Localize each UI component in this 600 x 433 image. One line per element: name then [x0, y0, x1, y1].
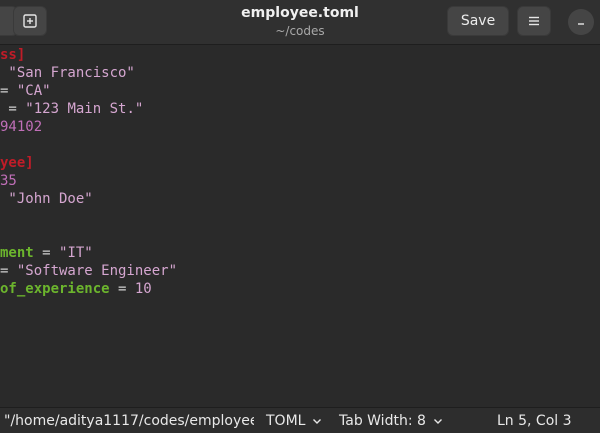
code-line: 35: [0, 172, 17, 190]
code-line: "John Doe": [0, 190, 93, 208]
hamburger-menu-icon: [529, 16, 539, 26]
code-editor[interactable]: ss] "San Francisco" = "CA" = "123 Main St…: [0, 45, 600, 407]
new-tab-button[interactable]: [13, 6, 47, 36]
code-token: =: [0, 101, 26, 117]
code-token: 10: [134, 281, 152, 297]
code-line: of_experience = 10: [0, 280, 152, 298]
code-token: "IT": [59, 245, 93, 261]
chevron-down-icon: [313, 419, 322, 424]
code-line: "San Francisco": [0, 64, 135, 82]
new-tab-icon: [23, 14, 37, 28]
code-line: = "123 Main St.": [0, 100, 143, 118]
cursor-position[interactable]: Ln 5, Col 3: [497, 408, 572, 433]
code-token: =: [0, 83, 17, 99]
code-token: "John Doe": [0, 191, 93, 207]
language-label: TOML: [266, 413, 306, 429]
tab-width-selector[interactable]: Tab Width: 8: [339, 408, 443, 433]
code-token: 35: [0, 173, 17, 189]
code-token: ment: [0, 245, 34, 261]
code-token: =: [109, 281, 135, 297]
code-token: 94102: [0, 119, 43, 135]
status-bar: "/home/aditya1117/codes/employee.toml" T…: [0, 407, 600, 433]
tab-width-label: Tab Width: 8: [339, 413, 426, 429]
save-button[interactable]: Save: [447, 6, 509, 36]
header-bar: employee.toml ~/codes Save: [0, 0, 600, 45]
language-selector[interactable]: TOML: [266, 408, 322, 433]
code-line: = "Software Engineer": [0, 262, 177, 280]
chevron-down-icon: [433, 419, 442, 424]
text-editor-window: employee.toml ~/codes Save ss] "San Fran…: [0, 0, 600, 433]
code-token: "Software Engineer": [16, 263, 178, 279]
code-token: "CA": [16, 83, 51, 99]
main-menu-button[interactable]: [517, 6, 551, 36]
code-line: yee]: [0, 154, 34, 172]
code-line: = "CA": [0, 82, 51, 100]
minimize-icon: [578, 23, 584, 25]
code-token: of_experience: [0, 281, 110, 297]
minimize-button[interactable]: [568, 9, 594, 35]
code-line: ment = "IT": [0, 244, 93, 262]
code-token: =: [0, 263, 17, 279]
file-path: "/home/aditya1117/codes/employee.toml": [4, 413, 254, 429]
code-line: ss]: [0, 46, 25, 64]
code-token: "San Francisco": [0, 65, 135, 81]
code-token: =: [33, 245, 60, 261]
code-token: "123 Main St.": [25, 101, 144, 117]
window-subtitle: ~/codes: [275, 24, 325, 38]
code-token: yee]: [0, 155, 34, 171]
code-token: ss]: [0, 47, 26, 63]
title-area: employee.toml ~/codes: [180, 4, 420, 39]
code-line: 94102: [0, 118, 42, 136]
window-title: employee.toml: [241, 5, 359, 21]
